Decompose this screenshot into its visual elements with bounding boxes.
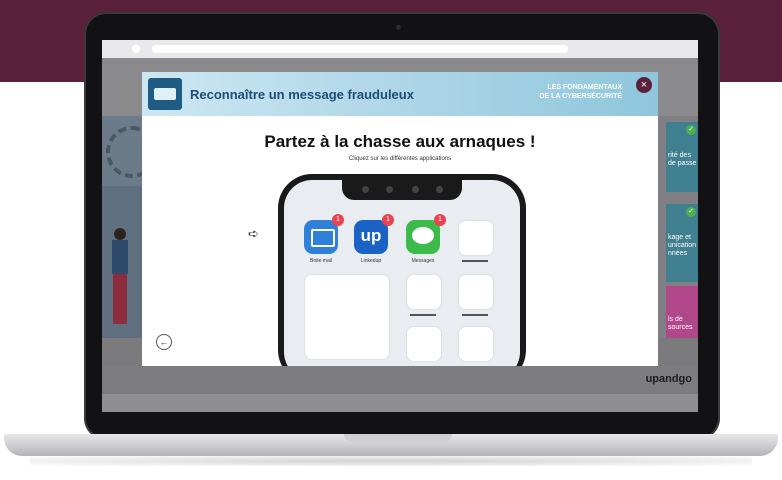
sensor-dot (362, 186, 369, 193)
course-brand-line1: LES FONDAMENTAUX (547, 84, 622, 91)
course-brand-line2: DE LA CYBERSÉCURITÉ (539, 93, 622, 100)
camera-icon (396, 25, 401, 30)
sensor-dot (386, 186, 393, 193)
module-tile[interactable]: ✓ rité des de passe (666, 122, 698, 192)
notification-badge: 1 (382, 214, 394, 226)
footer-bar (102, 366, 698, 394)
person-head (114, 228, 126, 240)
empty-label-line (462, 260, 488, 262)
back-button[interactable]: ← (156, 334, 172, 350)
app-boite-mail[interactable]: 1 (304, 214, 344, 254)
mail-icon (311, 229, 335, 247)
email-laptop-icon (148, 78, 182, 110)
empty-app-slot (458, 326, 494, 362)
pointer-arrow-icon: ➪ (248, 226, 259, 241)
person-body (112, 240, 128, 274)
brand-logo: upandgo (645, 373, 692, 385)
module-tile-label: ls de sources (668, 316, 693, 331)
phone-screen: 1 Boite mail up 1 Linkedup 1 Messages (284, 180, 520, 366)
laptop-shadow (30, 456, 752, 466)
browser-bar (102, 40, 698, 58)
check-icon: ✓ (686, 125, 696, 135)
background-tiles: ✓ rité des de passe ✓ kage et unication … (658, 116, 698, 338)
empty-widget (304, 274, 390, 360)
instruction-text: Cliquez sur les différentes applications (348, 156, 452, 162)
person-legs (113, 274, 127, 324)
module-tile-label: rité des de passe (668, 152, 697, 167)
empty-app-slot (406, 326, 442, 362)
bottom-strip (102, 394, 698, 412)
empty-app-slot (458, 274, 494, 310)
module-tile[interactable]: ✓ kage et unication nnées (666, 204, 698, 282)
sensor-dot (412, 186, 419, 193)
address-bar[interactable] (152, 45, 568, 53)
browser-dot (132, 45, 140, 53)
modal-title: Reconnaître un message frauduleux (190, 87, 414, 102)
background-illustration (102, 116, 158, 338)
laptop-hinge-notch (344, 434, 452, 442)
scam-hunt-modal: Reconnaître un message frauduleux LES FO… (142, 72, 658, 366)
module-tile[interactable]: ls de sources (666, 286, 698, 338)
notification-badge: 1 (434, 214, 446, 226)
empty-app-slot (458, 220, 494, 256)
empty-label-line (462, 314, 488, 316)
phone-notch (342, 180, 462, 200)
linkedup-icon: up (360, 226, 382, 245)
check-icon: ✓ (686, 207, 696, 217)
modal-header: Reconnaître un message frauduleux LES FO… (142, 72, 658, 116)
app-label: Linkedup (360, 258, 382, 264)
sensor-dot (436, 186, 443, 193)
phone-mockup: 1 Boite mail up 1 Linkedup 1 Messages (278, 174, 526, 366)
message-bubble-icon (412, 227, 434, 244)
app-messages[interactable]: 1 (406, 214, 446, 254)
app-linkedup[interactable]: up 1 (354, 214, 394, 254)
module-tile-label: kage et unication nnées (668, 234, 697, 257)
page-title: Partez à la chasse aux arnaques ! (264, 132, 536, 151)
course-brand: LES FONDAMENTAUX DE LA CYBERSÉCURITÉ (539, 83, 622, 101)
empty-app-slot (406, 274, 442, 310)
laptop-screen: ✓ rité des de passe ✓ kage et unication … (102, 40, 698, 412)
app-label: Boite mail (310, 258, 332, 264)
empty-label-line (410, 314, 436, 316)
app-label: Messages (411, 258, 435, 264)
close-button[interactable]: × (636, 77, 652, 93)
notification-badge: 1 (332, 214, 344, 226)
